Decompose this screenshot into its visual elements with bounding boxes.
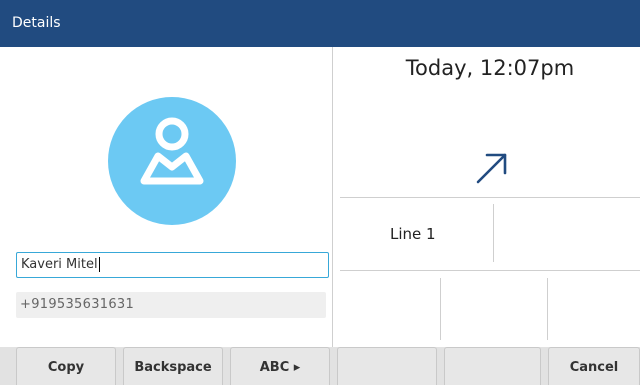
softkey-bar: Copy Backspace ABC ▸ Cancel (0, 347, 640, 385)
abc-mode-softkey[interactable]: ABC ▸ (230, 347, 330, 385)
backspace-softkey[interactable]: Backspace (123, 347, 223, 385)
contact-number-value: +919535631631 (20, 297, 135, 312)
outgoing-call-arrow-icon (474, 150, 510, 190)
title-bar: Details (0, 0, 640, 47)
grid-divider-lower-left (440, 278, 441, 340)
grid-divider-upper (493, 204, 494, 262)
contact-avatar-icon (108, 97, 236, 225)
copy-softkey[interactable]: Copy (16, 347, 116, 385)
contact-name-value: Kaveri Mitel (21, 257, 98, 272)
cancel-softkey[interactable]: Cancel (548, 347, 640, 385)
contact-number-field[interactable]: +919535631631 (16, 292, 326, 318)
grid-line-top (340, 197, 640, 198)
line-key-1[interactable]: Line 1 (390, 225, 436, 243)
text-cursor (98, 257, 100, 272)
grid-divider-lower-right (547, 278, 548, 340)
empty-softkey-5[interactable] (444, 347, 541, 385)
empty-softkey-4[interactable] (337, 347, 437, 385)
window-title: Details (12, 15, 61, 31)
call-datetime: Today, 12:07pm (405, 56, 575, 80)
panel-divider (332, 47, 333, 347)
contact-name-input[interactable]: Kaveri Mitel (16, 252, 329, 278)
grid-line-middle (340, 270, 640, 271)
